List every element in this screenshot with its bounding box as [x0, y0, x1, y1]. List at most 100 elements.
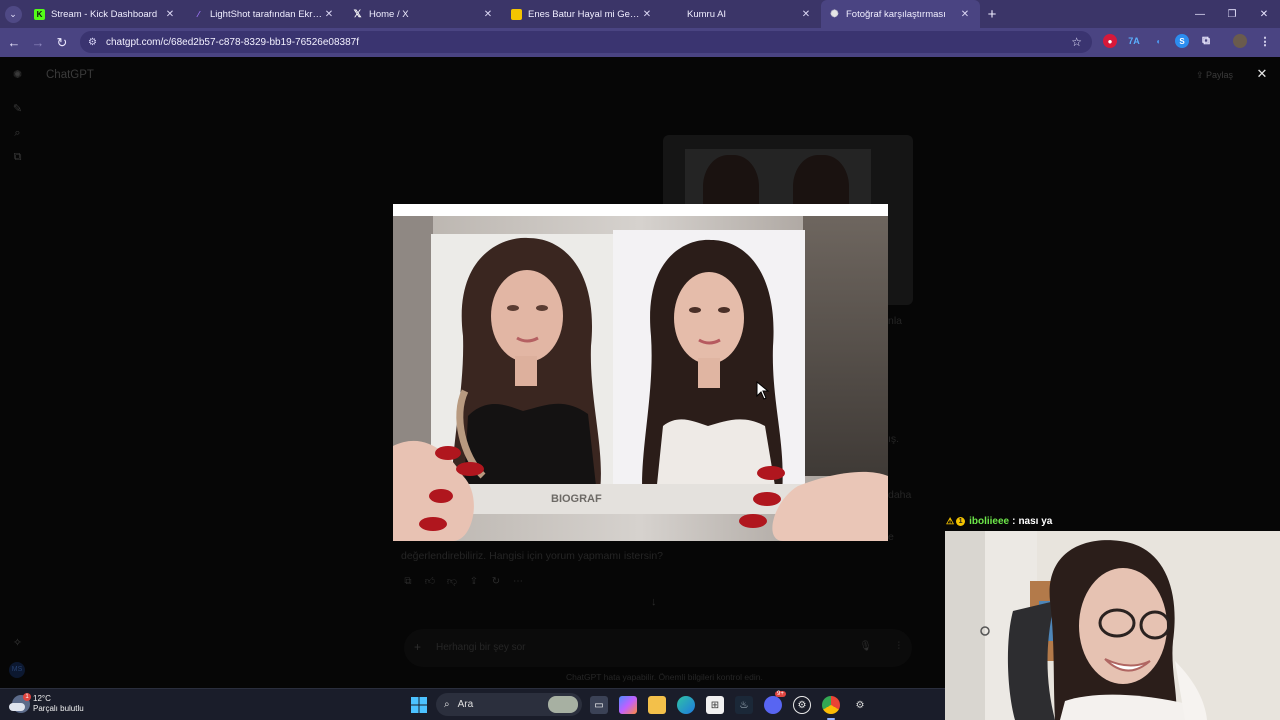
image-viewer: BIOGRAF [393, 204, 888, 541]
close-icon[interactable]: ✕ [322, 9, 336, 20]
tab-title: Enes Batur Hayal mi Gerçek Mi [528, 8, 640, 20]
browser-toolbar: ← → ↻ ⚙ chatgpt.com/c/68ed2b57-c878-8329… [0, 28, 1280, 57]
reload-button[interactable]: ↻ [50, 28, 74, 57]
close-image-viewer-button[interactable]: ✕ [1254, 66, 1270, 82]
translate-extension-icon[interactable]: 7A [1127, 34, 1141, 48]
tab-enes-batur[interactable]: Enes Batur Hayal mi Gerçek Mi ✕ [503, 0, 662, 28]
back-button[interactable]: ← [2, 28, 26, 57]
regenerate-icon[interactable]: ↻ [490, 576, 502, 588]
weather-temp: 12°C [33, 694, 51, 703]
new-chat-icon[interactable]: ✎ [11, 103, 24, 116]
chat-username: iboliieee [969, 516, 1010, 527]
model-selector[interactable]: ChatGPT [46, 69, 94, 81]
chevron-down-icon: ⌄ [4, 5, 22, 23]
prompt-placeholder: Herhangi bir şey sor [436, 642, 526, 653]
share-icon: ⇪ [1196, 70, 1207, 80]
thumbs-up-icon[interactable]: 👍︎ [424, 576, 436, 588]
close-icon[interactable]: ✕ [481, 9, 495, 20]
share-label: Paylaş [1206, 70, 1234, 80]
minimize-button[interactable]: — [1184, 0, 1216, 28]
url-text: chatgpt.com/c/68ed2b57-c878-8329-bb19-76… [106, 36, 359, 48]
weather-desc: Parçalı bulutlu [33, 704, 84, 713]
tab-lightshot[interactable]: ⁄ LightShot tarafından Ekran Gön ✕ [185, 0, 344, 28]
webcam-feed-image [945, 531, 1280, 720]
assistant-message-tail: değerlendirebiliriz. Hangisi için yorum … [401, 550, 664, 562]
tab-fotograf-karsilastirmasi[interactable]: ✺ Fotoğraf karşılaştırması ✕ [821, 0, 980, 28]
discord-badge: 9+ [775, 691, 786, 697]
taskbar-search[interactable]: ⌕ Ara [436, 693, 582, 716]
close-icon[interactable]: ✕ [163, 9, 177, 20]
close-icon[interactable]: ✕ [958, 9, 972, 20]
audio-extension-icon[interactable]: ◖ [1151, 34, 1165, 48]
tab-title: Home / X [369, 8, 409, 20]
print-stamp-text: BIOGRAF [551, 493, 602, 505]
prompt-composer[interactable]: + Herhangi bir şey sor 🎙︎ ⫶ [404, 629, 912, 667]
close-icon[interactable]: ✕ [640, 9, 654, 20]
thumbs-down-icon[interactable]: 👎︎ [446, 576, 458, 588]
tab-home-x[interactable]: 𝕏 Home / X ✕ [344, 0, 503, 28]
attach-plus-icon[interactable]: + [414, 640, 421, 654]
webcam-overlay [945, 531, 1280, 720]
bookmark-star-icon[interactable]: ☆ [1071, 35, 1082, 49]
tab-title: LightShot tarafından Ekran Gön [210, 8, 322, 20]
weather-widget[interactable]: 1 12°C Parçalı bulutlu [9, 693, 84, 714]
discord-icon[interactable]: 9+ [764, 691, 786, 714]
forward-button[interactable]: → [26, 28, 50, 57]
address-bar[interactable]: ⚙ chatgpt.com/c/68ed2b57-c878-8329-bb19-… [80, 31, 1092, 53]
disclaimer-text: ChatGPT hata yapabilir. Önemli bilgileri… [566, 672, 763, 682]
tab-kumru-ai[interactable]: Kumru AI ✕ [662, 0, 821, 28]
share-button[interactable]: ⇪ Paylaş [1196, 70, 1233, 81]
close-window-button[interactable]: ✕ [1248, 0, 1280, 28]
restore-button[interactable]: ❐ [1216, 0, 1248, 28]
tab-search-button[interactable]: ⌄ [0, 0, 26, 28]
message-text-fragment: daha [888, 489, 912, 501]
enlarged-photo: BIOGRAF [393, 216, 888, 541]
menu-dots-icon[interactable]: ⋮ [1258, 34, 1272, 48]
extension-blue-icon[interactable]: S [1175, 34, 1189, 48]
edge-icon[interactable] [677, 696, 695, 714]
puzzle-icon[interactable]: ⧉ [1199, 34, 1213, 48]
kick-icon: K [34, 8, 45, 20]
github-icon[interactable]: ⚙ [793, 696, 811, 714]
voice-mode-icon[interactable]: ⫶ [898, 641, 901, 652]
openai-logo-icon[interactable]: ✺ [11, 69, 24, 82]
copy-icon[interactable]: ⧉ [402, 576, 414, 588]
search-icon: ⌕ [444, 699, 450, 710]
chrome-icon[interactable] [822, 696, 840, 714]
film-icon [511, 8, 522, 20]
library-icon[interactable]: ⧉ [11, 151, 24, 164]
user-avatar[interactable]: MS [9, 662, 25, 678]
tab-kick-dashboard[interactable]: K Stream - Kick Dashboard ✕ [26, 0, 185, 28]
new-tab-button[interactable]: + [980, 0, 1004, 28]
windows-start-icon[interactable] [410, 696, 428, 714]
share-message-icon[interactable]: ⇪ [468, 576, 480, 588]
search-icon[interactable]: ⌕ [11, 127, 24, 140]
site-info-icon[interactable]: ⚙ [88, 37, 102, 48]
microsoft-store-icon[interactable]: ⊞ [706, 696, 724, 714]
scroll-down-arrow-icon[interactable]: ↓ [651, 596, 657, 608]
steam-icon[interactable]: ♨ [735, 696, 753, 714]
task-view-icon[interactable]: ▭ [590, 696, 608, 714]
tab-title: Stream - Kick Dashboard [51, 8, 158, 20]
stream-chat-message: ⚠ 1 iboliieee : nası ya [946, 516, 1052, 527]
sidebar: ✺ ✎ ⌕ ⧉ ✧ MS [0, 57, 34, 688]
weather-text: 12°C Parçalı bulutlu [33, 694, 84, 714]
microphone-icon[interactable]: 🎙︎ [859, 641, 872, 652]
close-icon[interactable]: ✕ [799, 9, 813, 20]
profile-avatar[interactable] [1233, 34, 1247, 48]
sparkle-icon[interactable]: ✧ [11, 637, 24, 650]
x-icon: 𝕏 [353, 8, 362, 20]
copilot-icon[interactable] [619, 696, 637, 714]
message-actions: ⧉ 👍︎ 👎︎ ⇪ ↻ ⋯ [402, 576, 524, 588]
search-label: Ara [457, 699, 474, 710]
settings-gear-icon[interactable]: ⚙ [851, 696, 869, 714]
more-icon[interactable]: ⋯ [512, 576, 524, 588]
window-controls: — ❐ ✕ [1184, 0, 1280, 28]
chat-separator: : [1012, 516, 1016, 527]
notification-badge: 1 [23, 693, 31, 701]
message-text-fragment: nla [888, 315, 903, 327]
badge-icon: 1 [956, 517, 966, 526]
message-text-fragment: e [888, 531, 894, 543]
file-explorer-icon[interactable] [648, 696, 666, 714]
extension-red-icon[interactable]: ● [1103, 34, 1117, 48]
